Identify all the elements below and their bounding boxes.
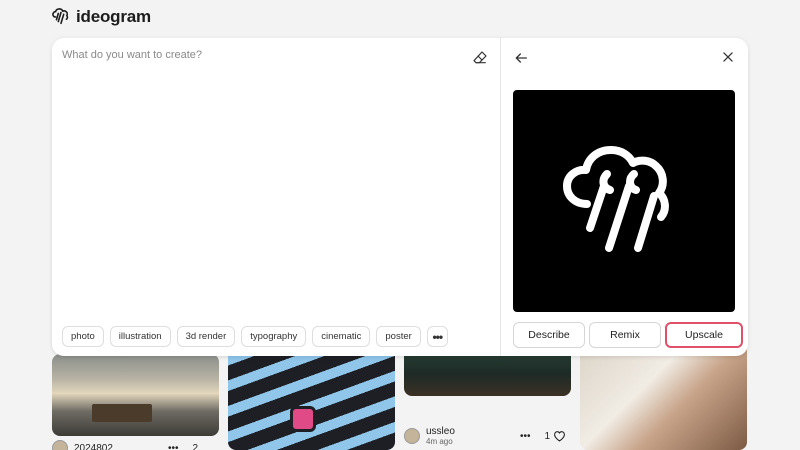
image-detail-pane: Describe Remix Upscale: [501, 38, 748, 356]
avatar: [404, 428, 420, 444]
dock-shape: [92, 404, 152, 422]
gallery-image-waves[interactable]: [228, 340, 395, 450]
chip-typography[interactable]: typography: [241, 326, 307, 347]
more-chips-button[interactable]: •••: [426, 326, 448, 347]
post-time: 4m ago: [426, 437, 453, 446]
chip-illustration[interactable]: illustration: [109, 326, 171, 347]
card-author[interactable]: 2024802: [52, 440, 113, 450]
image-actions: Describe Remix Upscale: [513, 322, 743, 348]
ideogram-logo-icon[interactable]: [52, 8, 70, 26]
more-icon[interactable]: •••: [520, 431, 531, 442]
avatar: [52, 440, 68, 450]
style-chips: photo illustration 3d render typography …: [62, 326, 448, 347]
pink-object: [290, 406, 316, 432]
upscale-button[interactable]: Upscale: [665, 322, 743, 348]
chip-cinematic[interactable]: cinematic: [312, 326, 371, 347]
remix-button[interactable]: Remix: [589, 322, 661, 348]
describe-button[interactable]: Describe: [513, 322, 585, 348]
gallery-image-dock[interactable]: [52, 354, 219, 436]
username: 2024802: [74, 442, 113, 450]
more-icon[interactable]: •••: [168, 443, 179, 450]
arrow-left-icon[interactable]: [513, 50, 529, 66]
chip-3d-render[interactable]: 3d render: [176, 326, 236, 347]
generated-image-preview[interactable]: [513, 90, 735, 312]
gallery-image-decor[interactable]: [580, 340, 747, 450]
like-group[interactable]: 1: [545, 430, 567, 442]
card-actions: ••• 2: [168, 443, 198, 450]
create-panel: photo illustration 3d render typography …: [52, 38, 748, 356]
like-count: 2: [192, 443, 199, 450]
chip-photo[interactable]: photo: [62, 326, 104, 347]
brand-name[interactable]: ideogram: [76, 7, 151, 27]
card-actions: ••• 1: [520, 430, 566, 442]
author-info: ussleo 4m ago: [426, 426, 455, 446]
prompt-input[interactable]: [62, 46, 462, 64]
image-gallery: 2024802 ••• 2 ussleo 4m ago ••• 1: [0, 340, 800, 450]
username: ussleo: [426, 426, 455, 437]
app-header: ideogram: [52, 6, 151, 28]
like-count: 1: [544, 430, 551, 442]
card-author[interactable]: ussleo 4m ago: [404, 426, 455, 446]
ideogram-logo-icon: [563, 146, 669, 252]
chip-poster[interactable]: poster: [376, 326, 421, 347]
close-icon[interactable]: [721, 50, 735, 64]
prompt-pane: photo illustration 3d render typography …: [52, 38, 500, 356]
eraser-icon[interactable]: [472, 50, 488, 66]
heart-icon[interactable]: [553, 430, 566, 442]
